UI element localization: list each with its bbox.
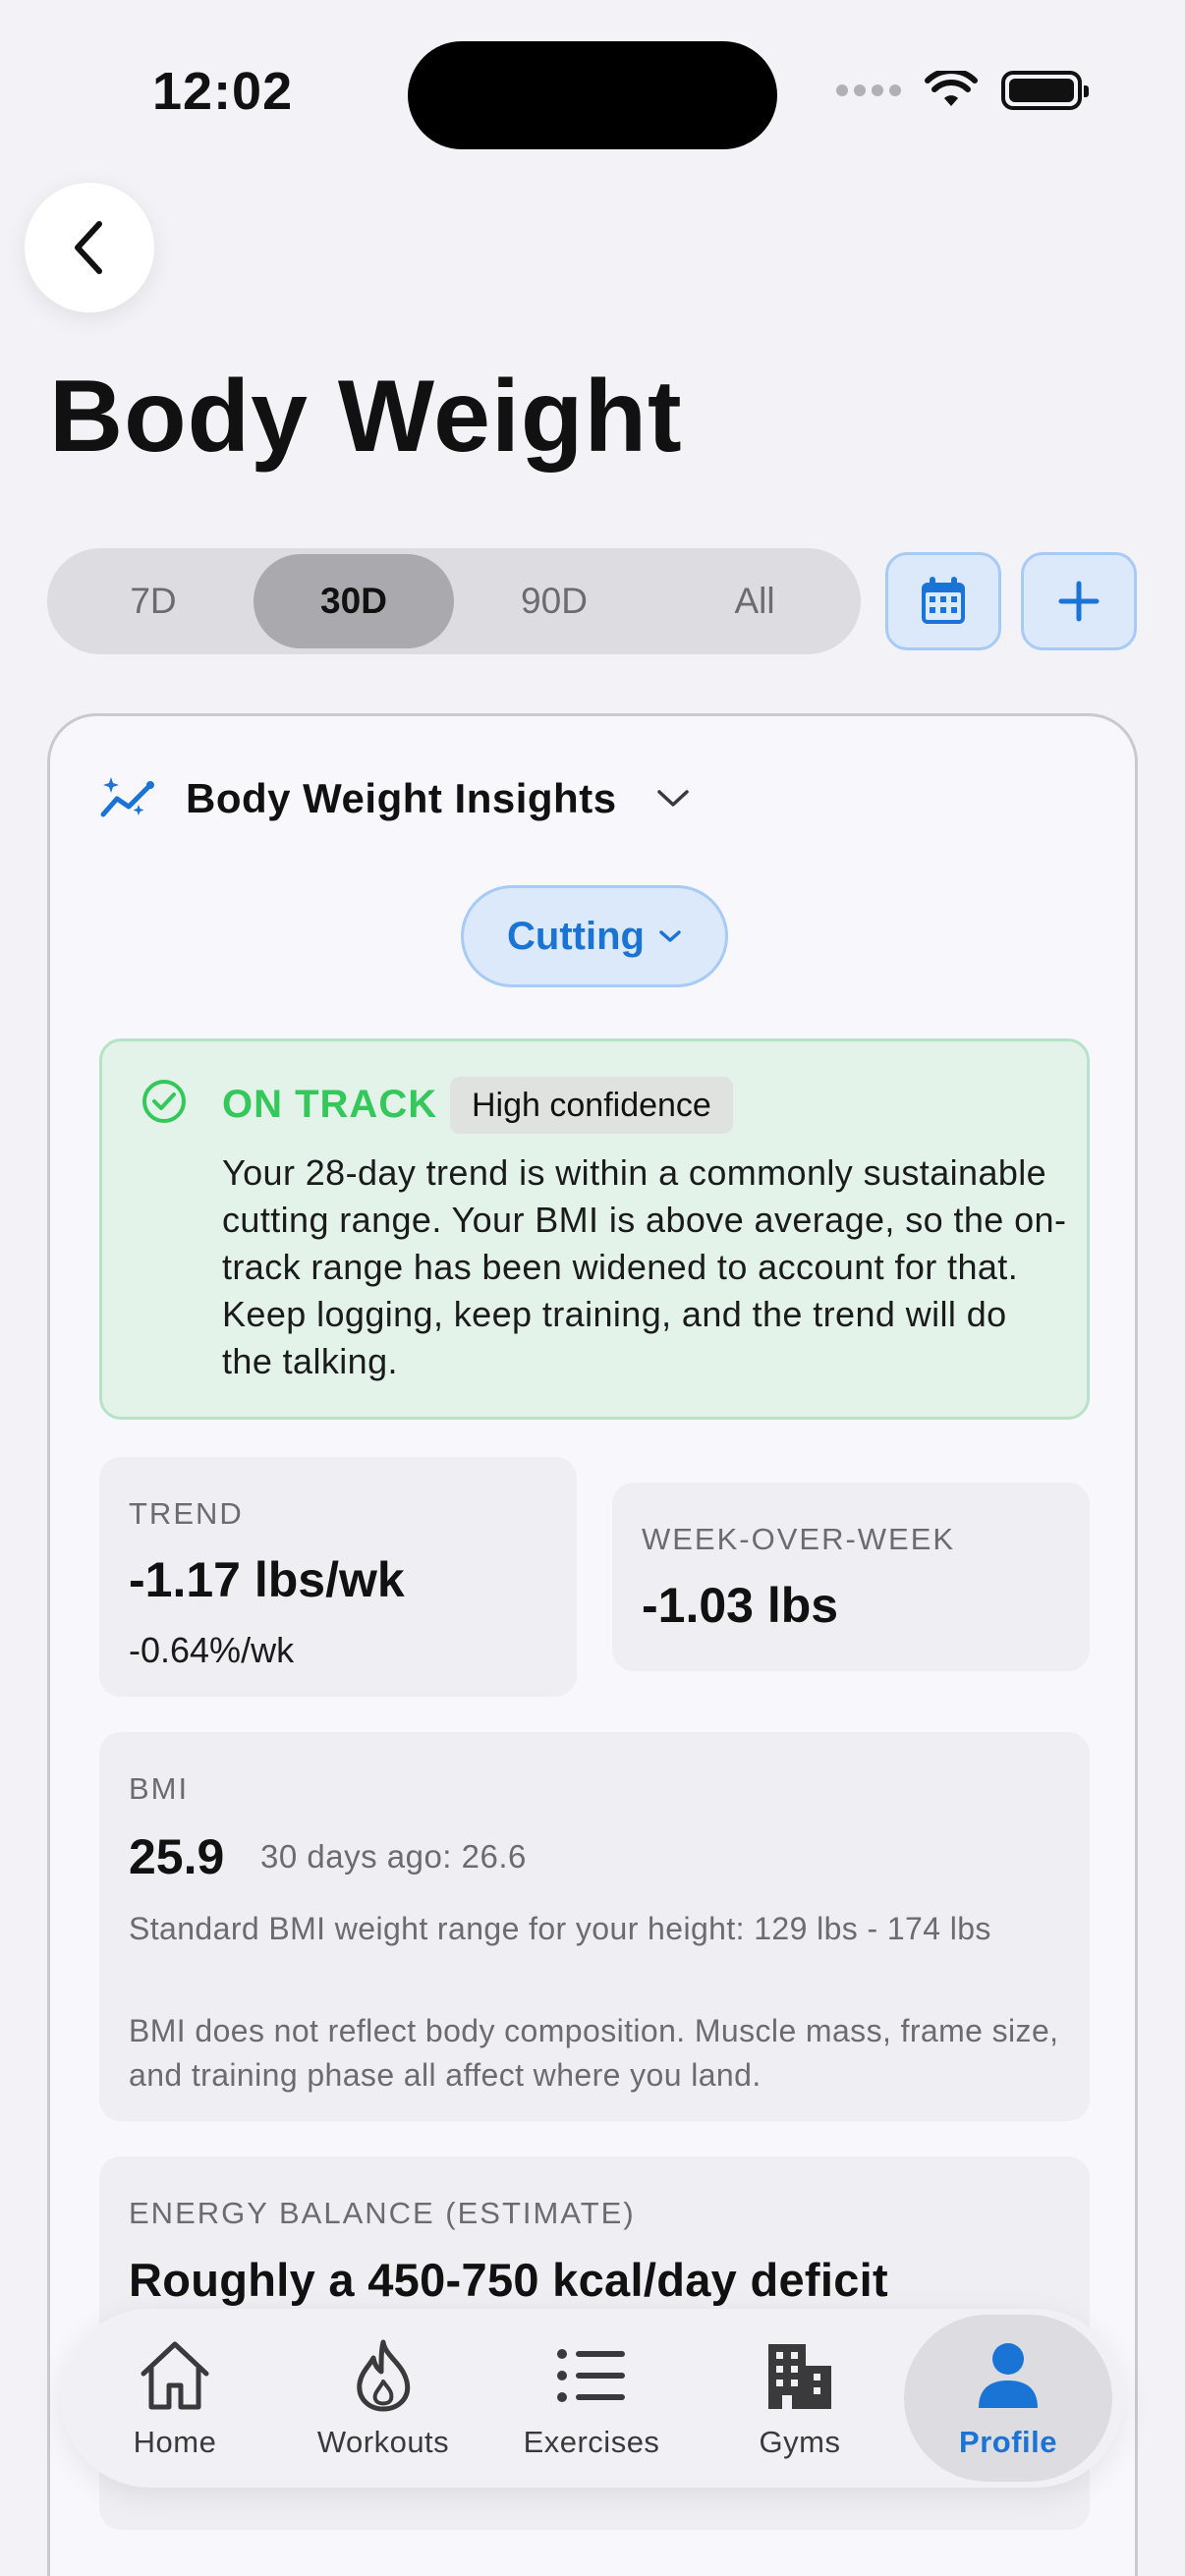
range-selector: 7D 30D 90D All <box>47 548 861 654</box>
trend-value: -1.17 lbs/wk <box>129 1552 405 1607</box>
checkmark-circle-icon <box>142 1080 186 1123</box>
phase-label: Cutting <box>507 914 645 958</box>
list-icon <box>557 2349 625 2402</box>
status-label: ON TRACK <box>222 1083 438 1126</box>
trend-percent: -0.64%/wk <box>129 1630 295 1670</box>
dynamic-island <box>408 41 777 149</box>
status-message: Your 28-day trend is within a commonly s… <box>222 1152 1067 1381</box>
plus-icon <box>1058 581 1100 622</box>
wifi-icon <box>925 71 978 106</box>
bmi-previous: 30 days ago: 26.6 <box>260 1838 527 1875</box>
trend-label: TREND <box>129 1496 244 1531</box>
insights-card: Body Weight Insights Cutting ON TRACK Hi… <box>47 713 1138 2576</box>
status-icons <box>836 71 1089 110</box>
range-7d[interactable]: 7D <box>53 554 254 648</box>
tab-label: Gyms <box>759 2425 841 2459</box>
house-icon <box>141 2341 209 2410</box>
bmi-note: BMI does not reflect body composition. M… <box>129 2013 1059 2093</box>
confidence-badge: High confidence <box>450 1077 733 1134</box>
wow-value: -1.03 lbs <box>642 1578 839 1633</box>
week-over-week-card: WEEK-OVER-WEEK -1.03 lbs <box>612 1483 1090 1671</box>
back-button[interactable] <box>25 183 154 312</box>
wow-label: WEEK-OVER-WEEK <box>642 1522 956 1556</box>
bmi-label: BMI <box>129 1771 190 1806</box>
status-time: 12:02 <box>152 62 294 121</box>
tab-label: Workouts <box>316 2425 450 2459</box>
range-all[interactable]: All <box>654 554 855 648</box>
range-90d[interactable]: 90D <box>454 554 654 648</box>
page-title: Body Weight <box>49 360 683 474</box>
tab-workouts[interactable]: Workouts <box>285 2309 481 2488</box>
energy-value: Roughly a 450-750 kcal/day deficit <box>129 2254 888 2306</box>
insights-header[interactable]: Body Weight Insights <box>99 775 690 822</box>
bmi-range: Standard BMI weight range for your heigh… <box>129 1911 991 1946</box>
energy-label: ENERGY BALANCE (ESTIMATE) <box>129 2196 636 2230</box>
tab-bar: Home Workouts Exercises Gyms Profile <box>61 2309 1124 2488</box>
tab-label: Home <box>133 2425 217 2459</box>
chevron-left-icon <box>75 221 102 274</box>
insights-title: Body Weight Insights <box>186 775 617 821</box>
calendar-icon <box>922 577 965 624</box>
cellular-signal-icon <box>836 84 901 96</box>
phase-selector[interactable]: Cutting <box>461 885 728 987</box>
bmi-card: BMI 25.9 30 days ago: 26.6 Standard BMI … <box>99 1732 1090 2121</box>
tab-exercises[interactable]: Exercises <box>493 2309 690 2488</box>
battery-icon <box>1001 71 1089 110</box>
add-entry-button[interactable] <box>1021 552 1137 650</box>
tab-profile[interactable]: Profile <box>904 2315 1112 2482</box>
chevron-down-icon <box>656 790 689 807</box>
sparkle-chart-icon <box>100 777 154 817</box>
building-icon <box>768 2344 831 2409</box>
tab-gyms[interactable]: Gyms <box>702 2309 898 2488</box>
tab-label: Exercises <box>523 2425 660 2459</box>
flame-icon <box>357 2339 411 2412</box>
status-banner: ON TRACK High confidence Your 28-day tre… <box>99 1038 1090 1420</box>
chevron-down-icon <box>659 930 681 942</box>
calendar-button[interactable] <box>885 552 1001 650</box>
tab-label: Profile <box>959 2425 1057 2459</box>
range-30d[interactable]: 30D <box>254 554 454 648</box>
tab-home[interactable]: Home <box>77 2309 273 2488</box>
trend-card: TREND -1.17 lbs/wk -0.64%/wk <box>99 1457 577 1697</box>
bmi-value: 25.9 <box>129 1829 225 1884</box>
person-icon <box>979 2343 1038 2408</box>
